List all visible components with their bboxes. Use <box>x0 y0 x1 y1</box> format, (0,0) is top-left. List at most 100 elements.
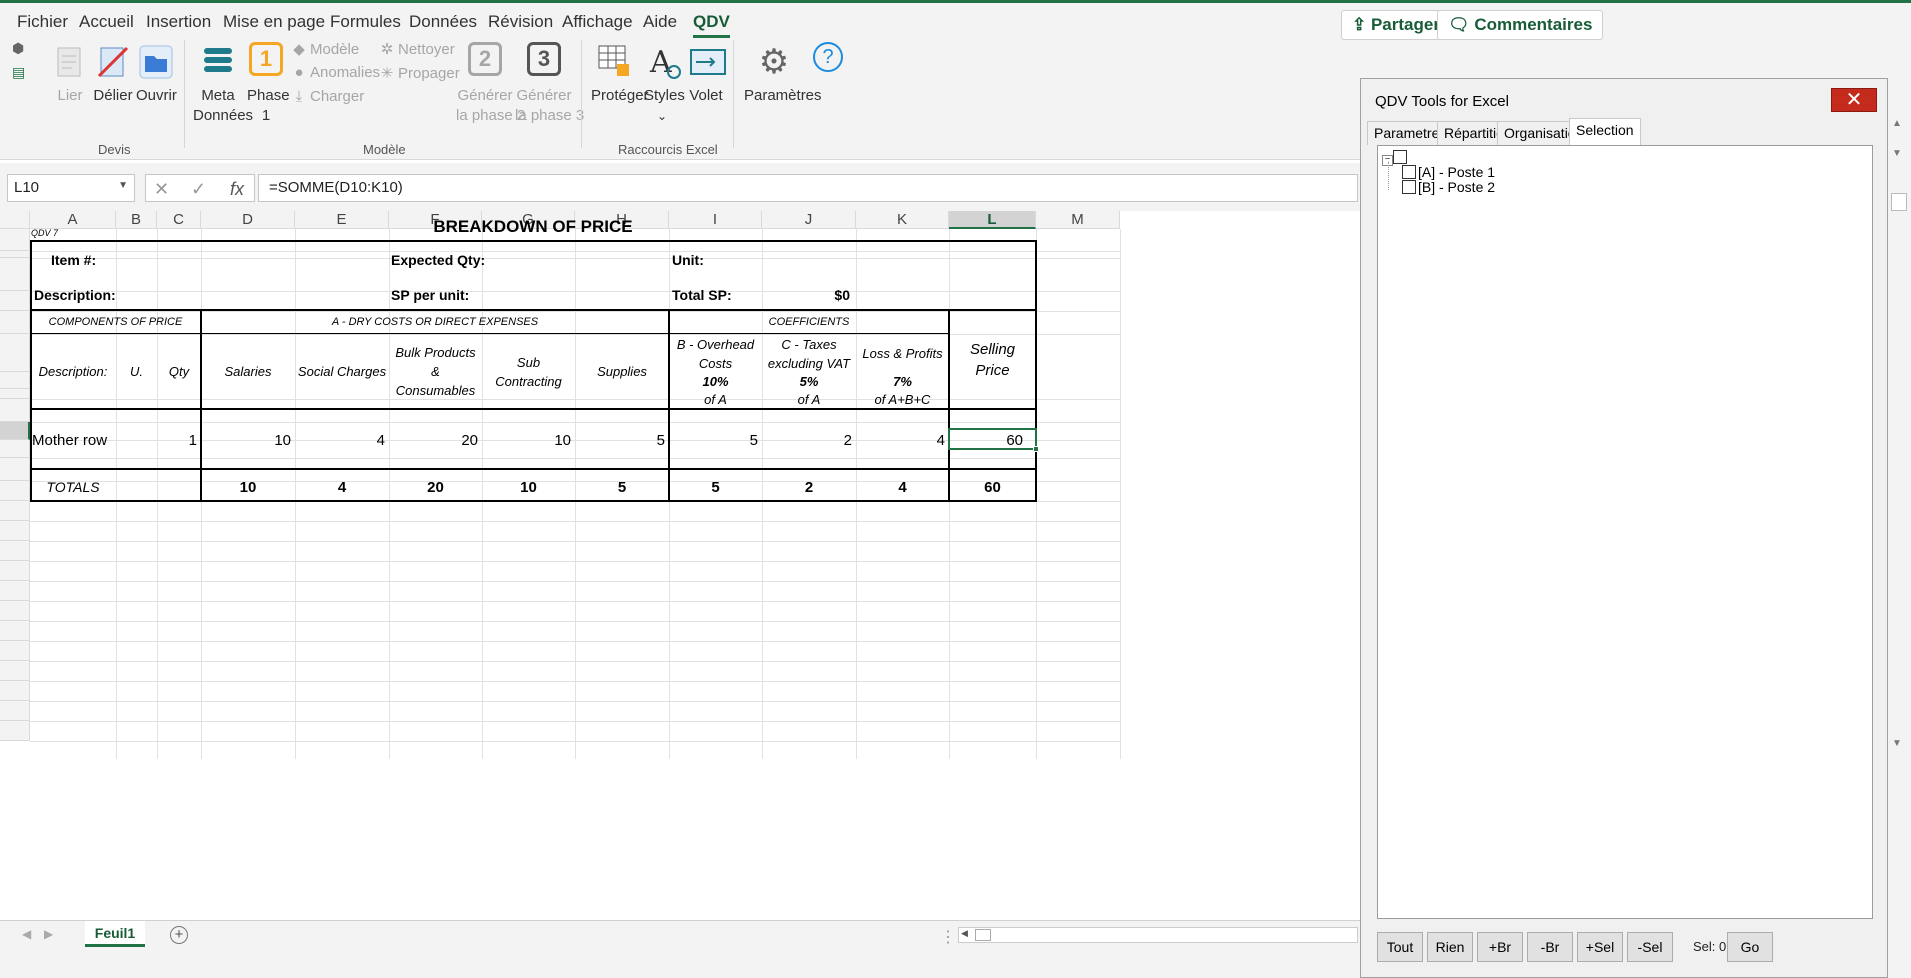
generate-phase2-button[interactable]: 2 Générer la phase 2 <box>456 42 525 126</box>
anomalies-button[interactable]: ● Anomalies <box>292 64 380 81</box>
row-header-14[interactable] <box>0 501 30 521</box>
sheet-tab-feuil1[interactable]: Feuil1 <box>85 921 145 947</box>
share-button[interactable]: ⇪ Partager <box>1341 10 1451 40</box>
next-sheet-icon[interactable]: ▶ <box>44 927 53 941</box>
mother-row-social[interactable]: 4 <box>295 432 385 449</box>
totals-overhead[interactable]: 5 <box>669 479 762 496</box>
tab-insertion[interactable]: Insertion <box>146 12 211 32</box>
link-button[interactable]: Lier <box>50 42 90 106</box>
row-header-19[interactable] <box>0 601 30 621</box>
mother-row-taxes[interactable]: 2 <box>762 432 852 449</box>
propagate-button[interactable]: ✳ Propager <box>380 64 460 82</box>
totals-sub[interactable]: 10 <box>482 479 575 496</box>
row-header-15[interactable] <box>0 521 30 541</box>
select-none-button[interactable]: Rien <box>1427 932 1473 962</box>
generate-phase3-button[interactable]: 3 Générer la phase 3 <box>515 42 584 126</box>
tab-fichier[interactable]: Fichier <box>17 12 68 32</box>
styles-button[interactable]: A Styles ⌄ <box>644 42 685 126</box>
settings-button[interactable]: ⚙ Paramètres <box>744 42 822 106</box>
mother-row-label[interactable]: Mother row <box>32 432 107 449</box>
totals-price[interactable]: 60 <box>949 479 1036 496</box>
cube-icon[interactable]: ⬢ <box>12 40 24 57</box>
tab-accueil[interactable]: Accueil <box>79 12 134 32</box>
pane-button[interactable]: Volet <box>688 42 726 106</box>
tab-revision[interactable]: Révision <box>488 12 553 32</box>
scroll-up-icon[interactable]: ▲ <box>1892 118 1902 129</box>
clean-button[interactable]: ✲ Nettoyer <box>380 40 455 58</box>
root-checkbox[interactable] <box>1393 150 1407 164</box>
phase1-button[interactable]: 1 Phase 1 <box>247 42 290 126</box>
totals-supplies[interactable]: 5 <box>575 479 669 496</box>
totals-loss[interactable]: 4 <box>856 479 949 496</box>
prev-sheet-icon[interactable]: ◀ <box>22 927 31 941</box>
tab-donnees[interactable]: Données <box>409 12 477 32</box>
remove-branch-button[interactable]: -Br <box>1527 932 1573 962</box>
tree-item-poste-2[interactable]: [B] - Poste 2 <box>1402 179 1495 195</box>
spreadsheet-grid[interactable]: ABCDEFGHIJKLM 12345678910111213141516171… <box>0 211 1360 920</box>
row-header-22[interactable] <box>0 661 30 681</box>
tab-formules[interactable]: Formules <box>330 12 401 32</box>
cancel-icon[interactable]: ✕ <box>154 179 169 200</box>
load-button[interactable]: ⤓ Charger <box>292 88 365 105</box>
horizontal-scrollbar[interactable]: ◀ <box>958 927 1358 943</box>
totals-social[interactable]: 4 <box>295 479 389 496</box>
open-button[interactable]: Ouvrir <box>136 42 177 106</box>
row-header-12[interactable] <box>0 458 30 481</box>
select-all-corner[interactable] <box>0 211 30 229</box>
row-header-9[interactable] <box>0 399 30 422</box>
vertical-scrollbar[interactable]: ▲ ▼ ▼ <box>1888 78 1911 952</box>
row-header-25[interactable] <box>0 721 30 741</box>
function-icon[interactable]: fx <box>230 179 244 200</box>
tree-item-poste-1[interactable]: [A] - Poste 1 <box>1402 164 1495 180</box>
tab-qdv[interactable]: QDV <box>693 12 730 38</box>
mother-row-bulk[interactable]: 20 <box>389 432 478 449</box>
selection-tree[interactable]: − [A] - Poste 1 [B] - Poste 2 <box>1377 145 1873 919</box>
totals-salaries[interactable]: 10 <box>201 479 295 496</box>
row-header-6[interactable] <box>0 334 30 372</box>
select-all-button[interactable]: Tout <box>1377 932 1423 962</box>
remove-selection-button[interactable]: -Sel <box>1627 932 1673 962</box>
row-header-3[interactable] <box>0 258 30 291</box>
mother-row-supplies[interactable]: 5 <box>575 432 665 449</box>
add-selection-button[interactable]: +Sel <box>1577 932 1623 962</box>
close-button[interactable]: ✕ <box>1831 88 1877 112</box>
mother-row-sub[interactable]: 10 <box>482 432 571 449</box>
mother-row-loss[interactable]: 4 <box>856 432 945 449</box>
comments-button[interactable]: 🗨 Commentaires <box>1437 10 1604 40</box>
chevron-down-icon[interactable]: ▼ <box>118 180 128 191</box>
scroll-thumb[interactable] <box>975 929 991 941</box>
totals-taxes[interactable]: 2 <box>762 479 856 496</box>
formula-input[interactable] <box>258 174 1358 202</box>
tab-aide[interactable]: Aide <box>643 12 677 32</box>
go-button[interactable]: Go <box>1727 932 1773 962</box>
row-header-1[interactable] <box>0 229 30 251</box>
row-header-16[interactable] <box>0 541 30 561</box>
add-branch-button[interactable]: +Br <box>1477 932 1523 962</box>
row-header-2[interactable] <box>0 251 30 258</box>
totals-bulk[interactable]: 20 <box>389 479 482 496</box>
row-header-17[interactable] <box>0 561 30 581</box>
poste-1-checkbox[interactable] <box>1402 165 1416 179</box>
row-header-7[interactable] <box>0 372 30 389</box>
row-header-5[interactable] <box>0 311 30 334</box>
chart-icon[interactable]: ▤ <box>12 64 25 81</box>
tab-mise-en-page[interactable]: Mise en page <box>223 12 325 32</box>
scroll-down-icon[interactable]: ▼ <box>1892 148 1902 159</box>
scroll-left-icon[interactable]: ◀ <box>961 928 973 942</box>
help-button[interactable]: ? <box>812 42 844 72</box>
unlink-button[interactable]: Délier <box>93 42 133 106</box>
fill-handle[interactable] <box>1033 446 1039 452</box>
model-button[interactable]: ◆ Modèle <box>292 40 359 58</box>
scroll-thumb[interactable] <box>1891 193 1907 211</box>
row-header-23[interactable] <box>0 681 30 701</box>
poste-2-checkbox[interactable] <box>1402 180 1416 194</box>
row-header-18[interactable] <box>0 581 30 601</box>
row-header-4[interactable] <box>0 291 30 311</box>
active-cell-outline[interactable] <box>948 428 1037 450</box>
panel-tab-selection[interactable]: Selection <box>1569 118 1641 145</box>
add-sheet-icon[interactable]: + <box>170 926 188 944</box>
row-header-8[interactable] <box>0 389 30 399</box>
row-header-11[interactable] <box>0 440 30 458</box>
check-icon[interactable]: ✓ <box>191 179 206 200</box>
column-header-m[interactable]: M <box>1036 211 1120 229</box>
